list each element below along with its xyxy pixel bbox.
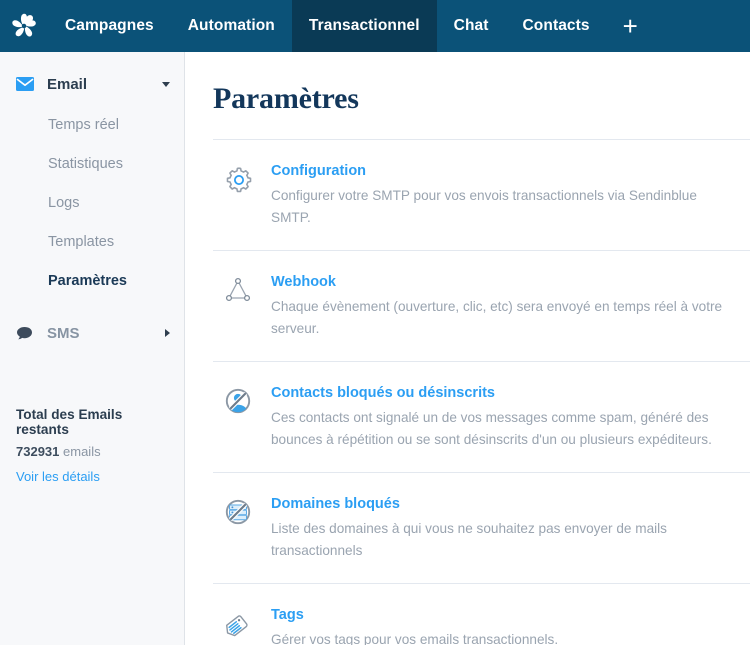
setting-body: Webhook Chaque évènement (ouverture, cli… <box>271 273 750 340</box>
quota-title: Total des Emails restants <box>16 407 123 437</box>
chevron-down-icon[interactable] <box>162 81 170 87</box>
setting-description: Configurer votre SMTP pour vos envois tr… <box>271 188 697 225</box>
tag-icon <box>213 606 271 640</box>
nav-tab-label: Transactionnel <box>308 17 420 34</box>
page-shell: Email Temps réel Statistiques Logs Templ… <box>0 52 750 645</box>
setting-title[interactable]: Contacts bloqués ou désinscrits <box>271 384 740 402</box>
sendinblue-logo[interactable] <box>0 0 48 52</box>
gear-icon <box>213 162 271 196</box>
nav-tab-campagnes[interactable]: Campagnes <box>48 0 171 52</box>
main-content: Paramètres Configuration Configurer votr… <box>185 52 750 645</box>
setting-title[interactable]: Webhook <box>271 273 740 291</box>
quota-unit: emails <box>63 444 101 459</box>
nav-tab-label: Automation <box>187 17 275 34</box>
setting-description: Chaque évènement (ouverture, clic, etc) … <box>271 299 723 336</box>
nav-tab-label: Chat <box>453 17 489 34</box>
setting-body: Configuration Configurer votre SMTP pour… <box>271 162 750 229</box>
sidebar-group-email[interactable]: Email <box>0 66 184 102</box>
setting-body: Domaines bloqués Liste des domaines à qu… <box>271 495 750 562</box>
setting-row-blocked-domains[interactable]: Domaines bloqués Liste des domaines à qu… <box>213 472 750 583</box>
envelope-icon <box>16 77 38 91</box>
sidebar-item-templates[interactable]: Templates <box>0 223 184 262</box>
sidebar-group-label: Email <box>47 75 88 93</box>
setting-row-tags[interactable]: Tags Gérer vos tags pour vos emails tran… <box>213 583 750 645</box>
quota-value: 732931 emails <box>16 444 168 459</box>
page-title: Paramètres <box>213 82 359 115</box>
email-quota-panel: Total des Emails restants 732931 emails … <box>0 407 184 486</box>
setting-title[interactable]: Domaines bloqués <box>271 495 740 513</box>
setting-body: Contacts bloqués ou désinscrits Ces cont… <box>271 384 750 451</box>
nav-tab-automation[interactable]: Automation <box>171 0 292 52</box>
setting-description: Liste des domaines à qui vous ne souhait… <box>271 521 667 558</box>
nav-tab-contacts[interactable]: Contacts <box>506 0 607 52</box>
sidebar-group-sms[interactable]: SMS <box>0 315 184 351</box>
setting-title[interactable]: Tags <box>271 606 740 624</box>
add-app-button[interactable]: + <box>607 0 654 52</box>
sendinblue-pinwheel-logo-icon <box>12 13 36 37</box>
nav-tab-chat[interactable]: Chat <box>437 0 506 52</box>
sidebar-item-temps-reel[interactable]: Temps réel <box>0 106 184 145</box>
sidebar-group-label: SMS <box>47 324 80 342</box>
setting-row-blocked-contacts[interactable]: Contacts bloqués ou désinscrits Ces cont… <box>213 361 750 472</box>
setting-title[interactable]: Configuration <box>271 162 740 180</box>
nav-tab-transactionnel[interactable]: Transactionnel <box>291 0 437 52</box>
nav-tab-label: Contacts <box>522 17 590 34</box>
setting-description: Ces contacts ont signalé un de vos messa… <box>271 410 712 447</box>
top-navigation-bar: Campagnes Automation Transactionnel Chat… <box>0 0 750 52</box>
chevron-right-icon[interactable] <box>165 329 170 337</box>
plus-icon: + <box>622 11 638 41</box>
sidebar-item-parametres[interactable]: Paramètres <box>0 262 184 301</box>
quota-details-link[interactable]: Voir les détails <box>16 469 100 484</box>
setting-body: Tags Gérer vos tags pour vos emails tran… <box>271 606 750 645</box>
sidebar-item-statistiques[interactable]: Statistiques <box>0 145 184 184</box>
setting-description: Gérer vos tags pour vos emails transacti… <box>271 632 559 645</box>
settings-list: Configuration Configurer votre SMTP pour… <box>185 139 750 645</box>
blocked-domain-icon <box>213 495 271 527</box>
sidebar-email-subnav: Temps réel Statistiques Logs Templates P… <box>0 106 184 301</box>
chat-bubble-icon <box>16 326 38 341</box>
webhook-triangle-icon <box>213 273 271 305</box>
nav-tab-label: Campagnes <box>65 17 154 34</box>
quota-count: 732931 <box>16 444 60 459</box>
sidebar-item-logs[interactable]: Logs <box>0 184 184 223</box>
setting-row-webhook[interactable]: Webhook Chaque évènement (ouverture, cli… <box>213 250 750 361</box>
sidebar: Email Temps réel Statistiques Logs Templ… <box>0 52 185 645</box>
setting-row-configuration[interactable]: Configuration Configurer votre SMTP pour… <box>213 139 750 250</box>
blocked-contact-icon <box>213 384 271 416</box>
